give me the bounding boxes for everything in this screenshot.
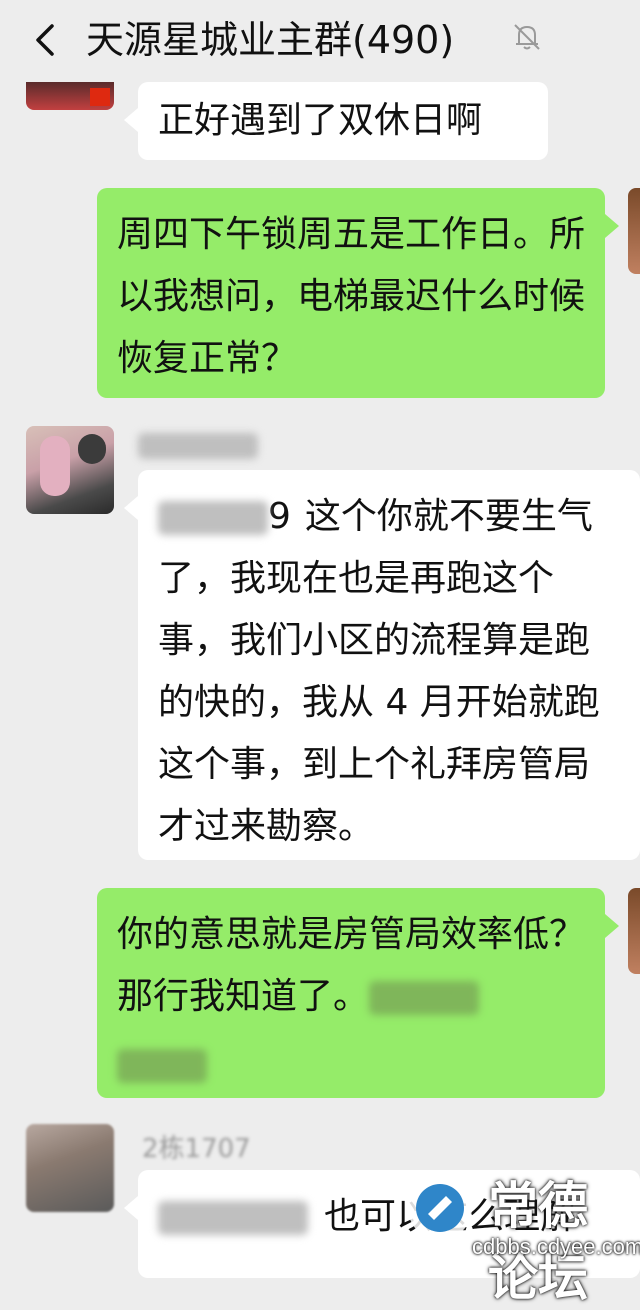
mention-blurred <box>158 1196 308 1237</box>
sender-name-blurred <box>138 428 258 462</box>
mention-suffix: 9 <box>268 496 291 537</box>
message-bubble[interactable]: 周四下午锁周五是工作日。所以我想问，电梯最迟什么时候恢复正常？ <box>97 188 605 398</box>
avatar[interactable] <box>26 426 114 514</box>
bubble-tail <box>124 1196 138 1220</box>
message-bubble[interactable]: 你的意思就是房管局效率低？那行我知道了。 <box>97 888 605 1098</box>
watermark-text: cdbbs.cdyee.com <box>472 1234 640 1259</box>
message-text: 周四下午锁周五是工作日。所以我想问，电梯最迟什么时候恢复正常？ <box>117 214 586 379</box>
avatar[interactable] <box>26 1124 114 1212</box>
avatar[interactable] <box>628 188 640 274</box>
message-text: 这个你就不要生气了，我现在也是再跑这个事，我们小区的流程算是跑的快的，我从 4 … <box>158 496 600 847</box>
chevron-left-icon[interactable] <box>26 20 66 60</box>
flag-badge-icon <box>90 88 110 106</box>
forum-logo-icon <box>408 1176 472 1240</box>
mention-blurred <box>158 496 268 537</box>
chat-header: 天源星城业主群(490) <box>0 0 640 82</box>
bell-muted-icon <box>514 24 540 50</box>
message-bubble[interactable]: 正好遇到了双休日啊 <box>138 82 548 160</box>
message-text: 你的意思就是房管局效率低？那行我知道了。 <box>117 914 586 1017</box>
bubble-tail <box>124 108 138 132</box>
message-bubble[interactable]: 9 这个你就不要生气了，我现在也是再跑这个事，我们小区的流程算是跑的快的，我从 4… <box>138 470 640 860</box>
mention-blurred-2 <box>117 1034 585 1096</box>
chat-title: 天源星城业主群(490) <box>86 18 455 62</box>
avatar[interactable] <box>628 888 640 974</box>
message-text: 正好遇到了双休日啊 <box>158 100 483 141</box>
bubble-tail <box>605 214 619 238</box>
sender-name: 2栋1707 <box>142 1134 251 1164</box>
bubble-tail <box>124 496 138 520</box>
bubble-tail <box>605 914 619 938</box>
watermark: 常德论坛 cdbbs.cdyee.com <box>402 1150 640 1307</box>
mention-blurred <box>369 976 480 1017</box>
